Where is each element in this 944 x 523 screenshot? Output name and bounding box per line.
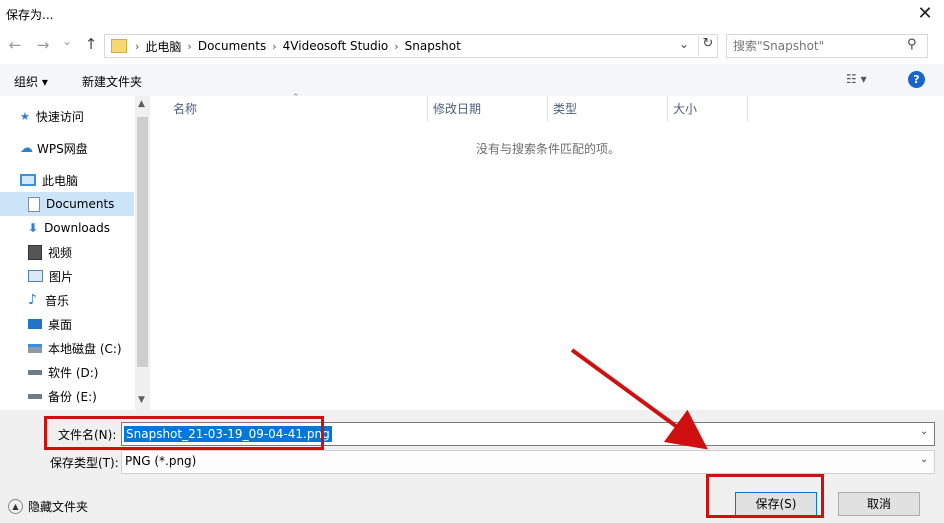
hide-folders-toggle[interactable]: ▲ 隐藏文件夹: [8, 498, 88, 515]
empty-message: 没有与搜索条件匹配的项。: [476, 142, 621, 156]
search-box[interactable]: ⚲: [726, 34, 928, 58]
sidebar-item-documents[interactable]: Documents: [0, 192, 134, 216]
breadcrumb-snapshot[interactable]: Snapshot: [401, 39, 465, 53]
column-header-modified[interactable]: 修改日期: [427, 96, 548, 122]
scroll-down-icon[interactable]: ▼: [138, 395, 145, 405]
sidebar-item-music[interactable]: ♪ 音乐: [0, 288, 150, 312]
annotation-box-save: [706, 474, 824, 518]
star-icon: ★: [20, 109, 30, 123]
annotation-box-filename: [44, 416, 324, 450]
desktop-icon: [28, 319, 42, 329]
toolbar: 组织 ▾ 新建文件夹 ☷ ▾ ?: [0, 64, 944, 96]
refresh-icon[interactable]: ↻: [698, 36, 717, 56]
sidebar-scrollbar-thumb[interactable]: [137, 117, 148, 367]
folder-icon: [111, 39, 127, 53]
sidebar-item-label: 快速访问: [35, 109, 84, 124]
scroll-up-icon[interactable]: ▲: [138, 99, 145, 109]
filetype-label: 保存类型(T):: [50, 456, 119, 470]
sidebar-item-label: 此电脑: [42, 173, 79, 188]
up-arrow-icon[interactable]: ↑: [82, 35, 100, 53]
sidebar-item-label: 视频: [48, 245, 73, 260]
chevron-right-icon: ›: [187, 39, 192, 53]
computer-icon: [20, 174, 36, 186]
title-bar: 保存为... ✕: [0, 0, 944, 30]
view-options-icon[interactable]: ☷ ▾: [846, 72, 867, 86]
breadcrumb-this-pc[interactable]: 此电脑: [141, 38, 185, 55]
help-icon[interactable]: ?: [908, 71, 925, 88]
address-bar[interactable]: › 此电脑 › Documents › 4Videosoft Studio › …: [104, 34, 718, 58]
sidebar-item-downloads[interactable]: ⬇ Downloads: [0, 216, 150, 240]
sidebar-item-label: 音乐: [44, 293, 69, 308]
sidebar-item-label: 备份 (E:): [48, 389, 97, 404]
sidebar-item-label: 本地磁盘 (C:): [48, 341, 122, 356]
filetype-select[interactable]: PNG (*.png) ⌄: [121, 450, 935, 474]
picture-icon: [28, 270, 43, 282]
search-icon[interactable]: ⚲: [907, 37, 917, 52]
music-icon: ♪: [28, 292, 37, 308]
sidebar-item-wps-cloud[interactable]: ☁ WPS网盘: [0, 136, 150, 160]
organize-button[interactable]: 组织 ▾: [14, 73, 48, 90]
drive-icon: [28, 369, 42, 375]
navigation-pane: ★ 快速访问 ☁ WPS网盘 此电脑 Documents ⬇ Downloads…: [0, 96, 150, 410]
filetype-value: PNG (*.png): [125, 454, 197, 468]
sidebar-item-drive-d[interactable]: 软件 (D:): [0, 360, 150, 384]
sidebar-item-label: 软件 (D:): [48, 365, 99, 380]
chevron-down-icon[interactable]: ⌄: [920, 454, 928, 465]
close-icon[interactable]: ✕: [910, 2, 940, 26]
chevron-down-icon[interactable]: ⌄: [920, 426, 928, 437]
column-header-type[interactable]: 类型: [547, 96, 663, 122]
sidebar-item-label: Downloads: [44, 221, 110, 235]
forward-arrow-icon[interactable]: →: [34, 36, 52, 54]
sidebar-item-videos[interactable]: 视频: [0, 240, 150, 264]
window-title: 保存为...: [6, 8, 54, 22]
drive-icon: [28, 393, 42, 399]
sidebar-item-drive-c[interactable]: 本地磁盘 (C:): [0, 336, 150, 360]
recent-locations-icon[interactable]: ⌄: [60, 34, 74, 48]
sidebar-item-pictures[interactable]: 图片: [0, 264, 150, 288]
column-header-size[interactable]: 大小: [667, 96, 743, 122]
sidebar-item-quick-access[interactable]: ★ 快速访问: [0, 104, 150, 128]
collapse-arrow-icon: ▲: [8, 499, 23, 514]
download-icon: ⬇: [28, 221, 39, 235]
column-header-name[interactable]: 名称: [167, 96, 428, 122]
cloud-icon: ☁: [20, 140, 33, 156]
sidebar-item-drive-e[interactable]: 备份 (E:): [0, 384, 150, 408]
breadcrumb-documents[interactable]: Documents: [194, 39, 270, 53]
chevron-right-icon: ›: [135, 39, 140, 53]
new-folder-button[interactable]: 新建文件夹: [82, 73, 142, 90]
sidebar-item-label: WPS网盘: [37, 141, 88, 156]
sidebar-item-this-pc[interactable]: 此电脑: [0, 168, 150, 192]
document-icon: [28, 196, 40, 212]
chevron-right-icon: ›: [394, 39, 399, 53]
cancel-button[interactable]: 取消: [838, 492, 920, 516]
breadcrumb-4videosoft[interactable]: 4Videosoft Studio: [279, 39, 393, 53]
column-divider[interactable]: [747, 96, 748, 122]
sidebar-item-label: 桌面: [48, 317, 73, 332]
back-arrow-icon[interactable]: ←: [6, 36, 24, 54]
annotation-arrow: [570, 348, 708, 450]
chevron-right-icon: ›: [272, 39, 277, 53]
search-input[interactable]: [733, 37, 898, 55]
video-icon: [28, 244, 42, 260]
sidebar-item-label: 图片: [49, 269, 74, 284]
hide-folders-label: 隐藏文件夹: [28, 500, 89, 514]
sidebar-item-label: Documents: [46, 197, 115, 211]
drive-icon: [28, 343, 42, 353]
sidebar-item-desktop[interactable]: 桌面: [0, 312, 150, 336]
address-dropdown-icon[interactable]: ⌄: [679, 37, 689, 51]
